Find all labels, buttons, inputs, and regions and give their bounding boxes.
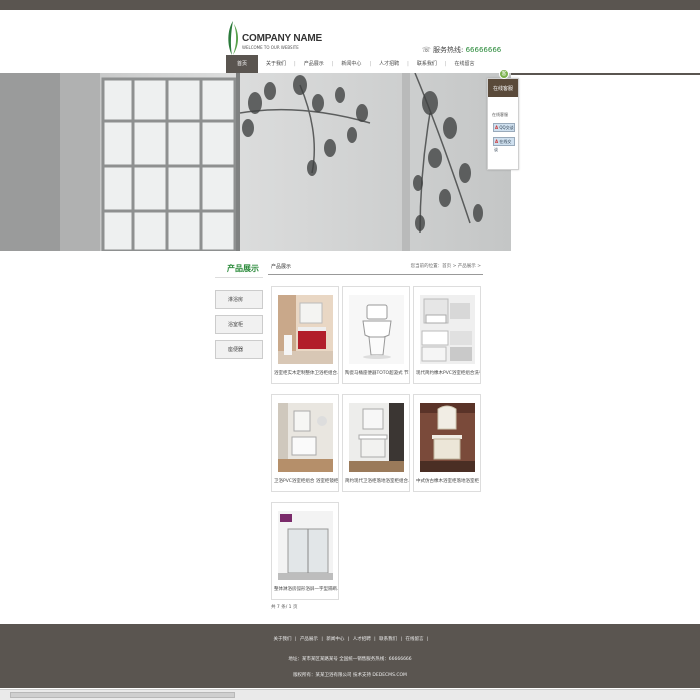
qq-chat-button[interactable]: A QQ交谈 (493, 123, 515, 132)
product-caption[interactable]: 浴室柜实木定制整体卫浴柜组合... (274, 370, 338, 376)
footer-link-message[interactable]: 在线留言 (406, 637, 424, 642)
qq-icon: A (495, 125, 499, 130)
nav-item-about[interactable]: 关于我们 (258, 55, 294, 73)
product-image[interactable] (349, 403, 404, 472)
product-caption[interactable]: 现代简约橡木PVC浴室柜组合洗手... (416, 370, 480, 376)
company-name[interactable]: COMPANY NAME (242, 33, 322, 44)
breadcrumb[interactable]: 您当前的位置：首页 > 产品展示 > (411, 263, 481, 269)
product-card[interactable]: 中式仿古橡木浴室柜落地浴室柜 洗... (413, 394, 481, 492)
nav-item-news[interactable]: 新闻中心 (333, 55, 369, 73)
chat-icon: A (495, 139, 499, 144)
leaf-logo-icon[interactable] (227, 20, 240, 56)
footer-link-contact[interactable]: 联系我们 (379, 637, 397, 642)
pagination-info: 共 7 条/ 1 页 (271, 605, 298, 610)
banner-image (0, 73, 511, 251)
hotline-label: 服务热线: (433, 46, 464, 54)
product-card[interactable]: 陶瓷马桶座便器TOTO超漩式 节水... (342, 286, 410, 384)
product-card[interactable]: 卫浴PVC浴室柜组合 浴室柜镜柜卫... (271, 394, 339, 492)
sidebar-divider (215, 277, 263, 278)
sidebar-item-shower-room[interactable]: 淋浴房 (215, 290, 263, 309)
horizontal-scrollbar[interactable] (0, 689, 700, 700)
nav-item-contact[interactable]: 联系我们 (409, 55, 445, 73)
product-card[interactable]: 简约现代卫浴柜落地浴室柜组合... (342, 394, 410, 492)
footer-nav: 关于我们 | 产品展示 | 新闻中心 | 人才招聘 | 联系我们 | 在线留言 … (273, 637, 429, 642)
service-label: 在线客服 (492, 112, 508, 117)
nav-item-products[interactable]: 产品展示 (296, 55, 332, 73)
online-chat-button[interactable]: A 在线交谈 (493, 137, 515, 152)
footer-link-jobs[interactable]: 人才招聘 (353, 637, 371, 642)
site-footer: 关于我们 | 产品展示 | 新闻中心 | 人才招聘 | 联系我们 | 在线留言 … (0, 624, 700, 688)
company-tagline: WELCOME TO OUR WEBSITE (242, 45, 299, 50)
product-image[interactable] (278, 511, 333, 580)
product-image[interactable] (420, 403, 475, 472)
service-widget-title: 在线客服 (488, 79, 518, 97)
product-caption[interactable]: 整体淋浴房弧形浴屏一字型隔断... (274, 586, 338, 592)
hotline: ☏ 服务热线: 66666666 (422, 45, 501, 55)
nav-item-home[interactable]: 首页 (226, 55, 259, 73)
hero-banner (0, 73, 511, 251)
service-badge-icon: 客 (499, 69, 509, 79)
phone-icon: ☏ (422, 46, 431, 54)
qq-chat-label: QQ交谈 (499, 125, 514, 130)
nav-item-jobs[interactable]: 人才招聘 (371, 55, 407, 73)
footer-link-products[interactable]: 产品展示 (300, 637, 318, 642)
product-image[interactable] (278, 295, 333, 364)
product-caption[interactable]: 卫浴PVC浴室柜组合 浴室柜镜柜卫... (274, 478, 338, 484)
product-card[interactable]: 整体淋浴房弧形浴屏一字型隔断... (271, 502, 339, 600)
sidebar-title: 产品展示 (227, 264, 259, 273)
top-bar (0, 0, 700, 10)
hotline-number: 66666666 (465, 46, 502, 54)
footer-link-news[interactable]: 新闻中心 (326, 637, 344, 642)
product-image[interactable] (349, 295, 404, 364)
content-title: 产品展示 (271, 264, 292, 270)
scrollbar-thumb[interactable] (10, 692, 235, 698)
product-image[interactable] (420, 295, 475, 364)
main-nav-bar: 首页 关于我们 | 产品展示 | 新闻中心 | 人才招聘 | 联系我们 | 在线… (0, 55, 700, 75)
product-card[interactable]: 浴室柜实木定制整体卫浴柜组合... (271, 286, 339, 384)
product-caption[interactable]: 陶瓷马桶座便器TOTO超漩式 节水... (345, 370, 409, 376)
product-image[interactable] (278, 403, 333, 472)
site-header: COMPANY NAME WELCOME TO OUR WEBSITE ☏ 服务… (0, 10, 700, 55)
footer-address: 地址：某市某区某路某号 全国统一销售服务热线：66666666 (288, 657, 412, 662)
footer-copyright: 版权所有：某某卫浴有限公司 技术支持 DEDECMS.COM (293, 673, 407, 678)
sidebar-item-bathroom-cabinet[interactable]: 浴室柜 (215, 315, 263, 334)
product-caption[interactable]: 中式仿古橡木浴室柜落地浴室柜 洗... (416, 478, 480, 484)
product-caption[interactable]: 简约现代卫浴柜落地浴室柜组合... (345, 478, 409, 484)
main-nav: 首页 关于我们 | 产品展示 | 新闻中心 | 人才招聘 | 联系我们 | 在线… (226, 55, 483, 73)
sidebar-item-toilet[interactable]: 座便器 (215, 340, 263, 359)
footer-link-about[interactable]: 关于我们 (274, 637, 292, 642)
online-service-widget: 客 在线客服 在线客服 A QQ交谈 A 在线交谈 (487, 69, 519, 170)
product-card[interactable]: 现代简约橡木PVC浴室柜组合洗手... (413, 286, 481, 384)
nav-item-message[interactable]: 在线留言 (447, 55, 483, 73)
content-header: 产品展示 您当前的位置：首页 > 产品展示 > (268, 259, 483, 275)
